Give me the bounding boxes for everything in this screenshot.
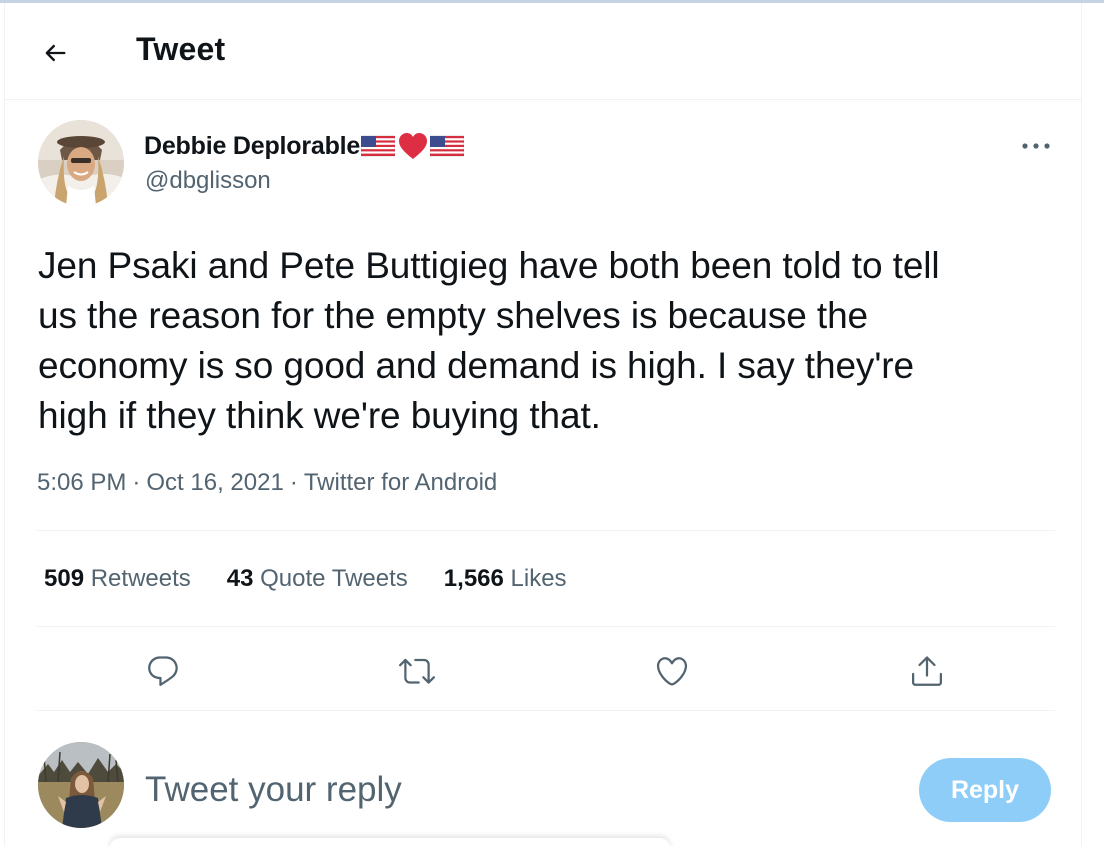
author-name[interactable]: Debbie Deplorable <box>144 131 465 161</box>
quote-tweets-count: 43 <box>226 565 254 592</box>
tweet-text: Jen Psaki and Pete Buttigieg have both b… <box>38 245 940 436</box>
likes-stat[interactable]: 1,566 Likes <box>444 565 567 593</box>
retweets-count: 509 <box>44 565 85 592</box>
more-dots-icon <box>1022 143 1050 149</box>
tweet-date[interactable]: Oct 16, 2021 <box>146 469 283 496</box>
retweets-stat[interactable]: 509 Retweets <box>44 565 191 593</box>
author-avatar[interactable] <box>38 120 124 206</box>
meta-separator: · <box>132 469 141 496</box>
tweet-meta: 5:06 PM · Oct 16, 2021 · Twitter for Android <box>37 469 497 497</box>
bottom-overlay-edge <box>110 838 670 846</box>
quote-tweets-label: Quote Tweets <box>260 565 408 592</box>
divider <box>37 530 1055 531</box>
share-icon <box>912 656 942 686</box>
tweet-actions <box>5 643 1081 703</box>
like-button[interactable] <box>648 647 696 695</box>
like-icon <box>656 657 688 686</box>
us-flag-icon <box>430 135 465 157</box>
current-user-avatar[interactable] <box>38 742 124 828</box>
retweets-label: Retweets <box>90 565 191 592</box>
current-user-avatar-image <box>38 742 124 828</box>
meta-separator: · <box>289 469 298 496</box>
us-flag-icon <box>361 135 396 157</box>
reply-icon <box>148 656 178 686</box>
author-display-name: Debbie Deplorable <box>144 131 361 160</box>
divider <box>37 626 1055 627</box>
quote-tweets-stat[interactable]: 43 Quote Tweets <box>227 565 408 593</box>
reply-input[interactable] <box>145 765 885 815</box>
likes-label: Likes <box>510 565 567 592</box>
reply-submit-button[interactable]: Reply <box>919 758 1051 822</box>
page-title: Tweet <box>136 31 226 67</box>
share-button[interactable] <box>903 647 951 695</box>
tweet-stats: 509 Retweets 43 Quote Tweets 1,566 Likes <box>44 565 603 593</box>
divider <box>37 710 1055 711</box>
reply-button-icon-wrap[interactable] <box>139 647 187 695</box>
more-options-button[interactable] <box>1009 131 1063 161</box>
main-column: Tweet Debbie Deplorable @dbglisson Jen P… <box>4 3 1082 846</box>
back-arrow-icon <box>45 44 66 62</box>
likes-count: 1,566 <box>443 565 504 592</box>
retweet-button[interactable] <box>393 647 441 695</box>
tweet-page: Tweet Debbie Deplorable @dbglisson Jen P… <box>0 0 1104 846</box>
page-header: Tweet <box>5 3 1081 100</box>
tweet-source[interactable]: Twitter for Android <box>304 469 497 496</box>
tweet-time[interactable]: 5:06 PM <box>37 469 126 496</box>
back-button[interactable] <box>35 33 75 73</box>
author-avatar-image <box>38 120 124 206</box>
author-handle[interactable]: @dbglisson <box>145 167 271 195</box>
red-heart-icon <box>399 133 428 159</box>
retweet-icon <box>399 658 435 684</box>
